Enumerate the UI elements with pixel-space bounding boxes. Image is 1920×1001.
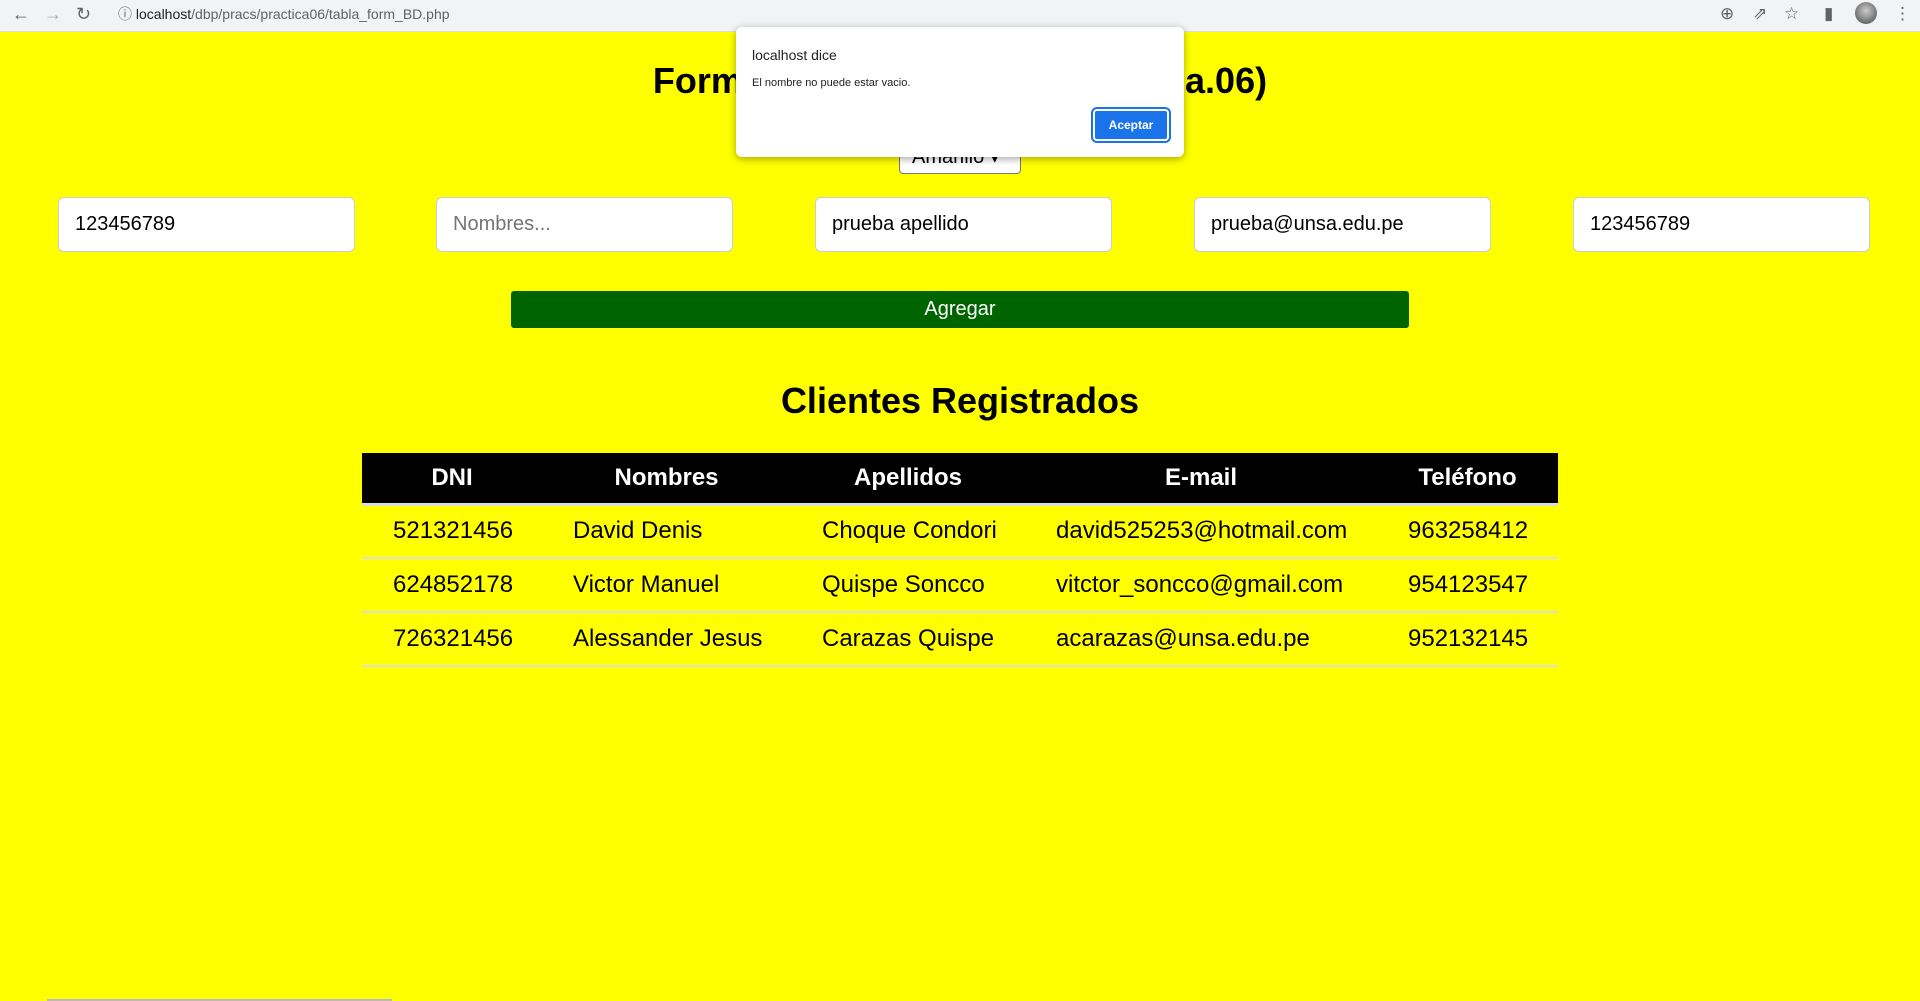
cell-apellidos: Carazas Quispe [791,612,1025,667]
clients-table: DNI Nombres Apellidos E-mail Teléfono 52… [362,453,1558,667]
cell-nombres: Victor Manuel [542,558,791,613]
table-header: DNI Nombres Apellidos E-mail Teléfono [362,453,1558,506]
header-apellidos: Apellidos [791,453,1025,506]
header-email: E-mail [1025,453,1377,506]
email-input[interactable] [1194,197,1491,252]
cell-dni: 624852178 [362,558,542,613]
side-panel-icon[interactable]: ▮ [1824,4,1833,24]
alert-dialog: localhost dice El nombre no puede estar … [736,27,1184,157]
cell-nombres: Alessander Jesus [542,612,791,667]
table-row: 726321456 Alessander Jesus Carazas Quisp… [362,612,1558,667]
add-button[interactable]: Agregar [511,291,1409,328]
cell-email: vitctor_soncco@gmail.com [1025,558,1377,613]
share-icon[interactable]: ⇗ [1753,4,1767,24]
table-row: 521321456 David Denis Choque Condori dav… [362,504,1558,559]
telefono-input[interactable] [1573,197,1870,252]
reload-icon[interactable]: ↻ [76,4,91,25]
dialog-message: El nombre no puede estar vacio. [752,77,911,89]
cell-dni: 726321456 [362,612,542,667]
cell-nombres: David Denis [542,504,791,559]
menu-icon[interactable]: ⋮ [1894,4,1911,24]
url-path: /dbp/pracs/practica06/tabla_form_BD.php [191,6,450,22]
cell-telefono: 954123547 [1377,558,1558,613]
nombres-input[interactable] [436,197,733,252]
accept-button[interactable]: Aceptar [1091,107,1171,143]
profile-avatar[interactable] [1855,2,1877,24]
cell-dni: 521321456 [362,504,542,559]
cell-email: acarazas@unsa.edu.pe [1025,612,1377,667]
dni-input[interactable] [58,197,355,252]
header-nombres: Nombres [542,453,791,506]
header-dni: DNI [362,453,542,506]
info-icon[interactable]: ⓘ [118,6,132,22]
table-row: 624852178 Victor Manuel Quispe Soncco vi… [362,558,1558,613]
url-host: localhost [135,6,192,22]
cell-apellidos: Choque Condori [791,504,1025,559]
zoom-icon[interactable]: ⊕ [1720,4,1734,24]
header-telefono: Teléfono [1377,453,1558,506]
forward-icon[interactable]: → [44,4,62,25]
address-bar[interactable]: ⓘ localhost/dbp/pracs/practica06/tabla_f… [108,2,1808,26]
cell-email: david525253@hotmail.com [1025,504,1377,559]
back-icon[interactable]: ← [12,4,30,25]
dialog-title: localhost dice [752,47,837,63]
star-icon[interactable]: ☆ [1784,4,1799,24]
apellidos-input[interactable] [815,197,1112,252]
table-title: Clientes Registrados [780,380,1140,421]
cell-telefono: 952132145 [1377,612,1558,667]
cell-telefono: 963258412 [1377,504,1558,559]
cell-apellidos: Quispe Soncco [791,558,1025,613]
